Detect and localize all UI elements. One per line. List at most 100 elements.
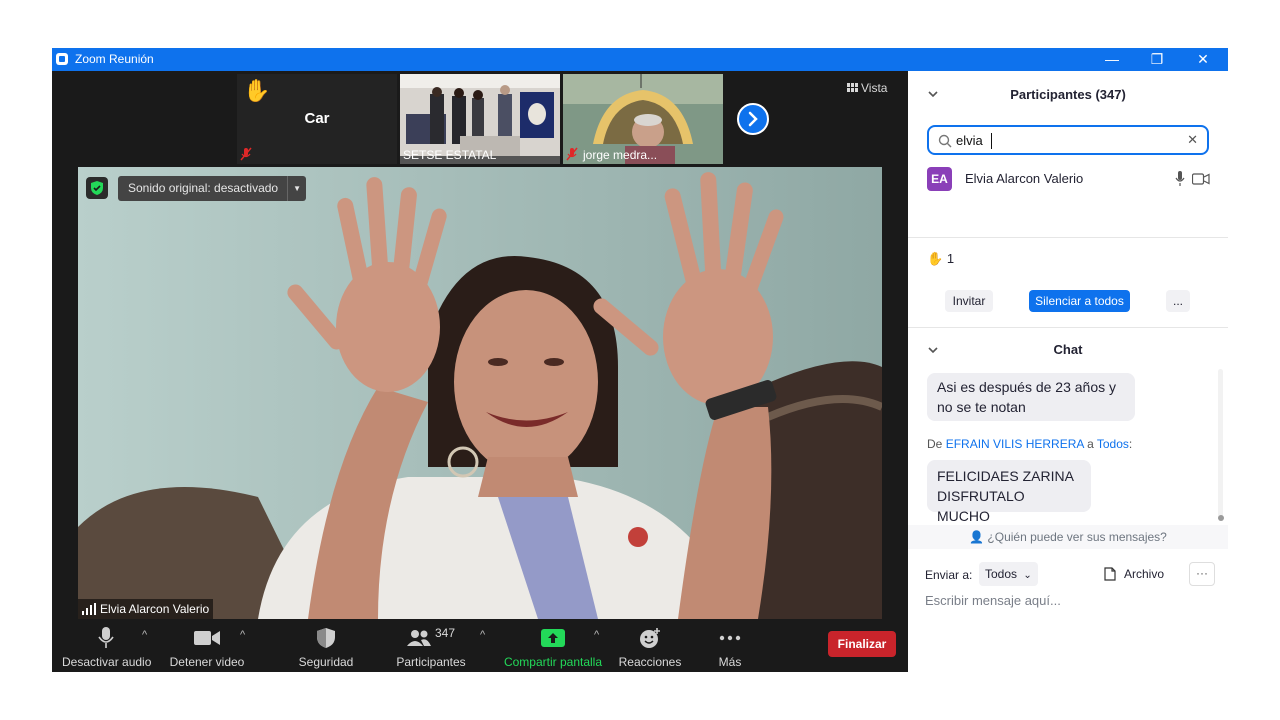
mute-all-button[interactable]: Silenciar a todos (1029, 290, 1130, 312)
chat-message-input[interactable]: Escribir mensaje aquí... (925, 593, 1215, 615)
mute-audio-label: Desactivar audio (62, 655, 152, 669)
share-screen-icon (541, 629, 565, 647)
who-can-see-label: ¿Quién puede ver sus mensajes? (987, 530, 1167, 544)
invite-button[interactable]: Invitar (945, 290, 993, 312)
smiley-plus-icon (640, 628, 660, 648)
raised-hands-count: 1 (946, 251, 955, 266)
share-screen-button[interactable]: Compartir pantalla (502, 627, 604, 669)
thumbnail-setse-estatal[interactable]: SETSE ESTATAL (400, 74, 560, 164)
chat-message-line: Asi es después de 23 años y (937, 379, 1117, 395)
original-sound-button[interactable]: Sonido original: desactivado ▼ (118, 176, 307, 201)
share-options-caret[interactable]: ^ (594, 629, 599, 641)
security-badge[interactable] (86, 177, 108, 199)
chevron-right-icon (748, 111, 758, 127)
video-options-caret[interactable]: ^ (240, 629, 245, 641)
raised-hand-icon: ✋ (927, 251, 944, 266)
thumbnail-name: SETSE ESTATAL (403, 148, 497, 162)
text-cursor (991, 133, 992, 149)
signal-strength-icon (82, 603, 96, 615)
audio-options-caret[interactable]: ^ (142, 629, 147, 641)
active-speaker-video: Sonido original: desactivado ▼ Elvia Ala… (78, 167, 882, 619)
more-label: Más (718, 655, 742, 669)
raised-hand-icon: ✋ (243, 78, 271, 103)
more-dots-icon (719, 635, 741, 641)
reactions-button[interactable]: Reacciones (618, 627, 682, 669)
avatar: EA (927, 167, 952, 191)
chat-more-button[interactable]: ··· (1189, 562, 1215, 586)
send-to-dropdown[interactable]: Todos ⌄ (979, 562, 1038, 586)
view-button[interactable]: Vista (847, 81, 887, 95)
speaker-name: Elvia Alarcon Valerio (100, 602, 210, 616)
file-button[interactable]: Archivo (1104, 567, 1164, 581)
thumbnail-jorge[interactable]: jorge medra... (563, 74, 723, 164)
from-prefix: De (927, 437, 946, 451)
minimize-button[interactable]: — (1089, 48, 1135, 71)
chat-message-header: De EFRAIN VILIS HERRERA a Todos: (927, 437, 1132, 451)
video-stage: ✋ Car SETSE ESTATAL jorge medra... Vista… (52, 71, 908, 672)
raised-hands-indicator: ✋ 1 (927, 251, 954, 267)
participant-name: Elvia Alarcon Valerio (965, 171, 1084, 186)
stop-video-label: Detener video (169, 655, 245, 669)
send-to-value: Todos (985, 567, 1018, 581)
stop-video-button[interactable]: Detener video (162, 627, 252, 669)
chat-privacy-hint[interactable]: 👤 ¿Quién puede ver sus mensajes? (908, 525, 1228, 549)
recipient-name[interactable]: Todos (1097, 437, 1129, 451)
clear-search-icon[interactable]: ✕ (1187, 132, 1198, 148)
restore-button[interactable]: ❐ (1134, 48, 1180, 71)
search-icon (938, 134, 952, 148)
divider (908, 237, 1228, 238)
zoom-app-icon (56, 53, 68, 65)
close-button[interactable]: ✕ (1180, 48, 1226, 71)
to-prefix: a (1083, 437, 1097, 451)
chat-message-line: no se te notan (937, 399, 1026, 415)
microphone-icon (98, 627, 114, 648)
chat-message: FELICIDAES ZARINA DISFRUTALO MUCHO (927, 460, 1091, 524)
header-suffix: : (1128, 437, 1133, 451)
shield-icon (317, 628, 335, 648)
zoom-window: Zoom Reunión — ❐ ✕ ✋ Car SETSE ESTATAL j… (52, 48, 1228, 672)
chat-message: Asi es después de 23 años y no se te not… (927, 373, 1135, 421)
participants-more-button[interactable]: ... (1166, 290, 1190, 312)
send-to-label: Enviar a: (925, 568, 973, 582)
caret-down-icon[interactable]: ▼ (287, 176, 306, 201)
chat-message-line: DISFRUTALO MUCHO (937, 488, 1025, 524)
side-panel: Participantes (347) elvia ✕ EA Elvia Ala… (908, 71, 1228, 672)
divider (908, 327, 1228, 328)
speaker-video-frame (78, 167, 882, 619)
thumbnail-name: Car (304, 110, 330, 127)
participant-row[interactable]: EA Elvia Alarcon Valerio (927, 167, 1210, 191)
participants-count: 347 (434, 626, 456, 640)
thumbnail-name: jorge medra... (583, 148, 658, 162)
title-bar: Zoom Reunión — ❐ ✕ (52, 48, 1228, 71)
sender-name[interactable]: EFRAIN VILIS HERRERA (946, 437, 1084, 451)
muted-mic-icon (240, 147, 252, 161)
participants-options-caret[interactable]: ^ (480, 629, 485, 641)
meeting-toolbar: Desactivar audio ^ Detener video ^ Segur… (52, 619, 908, 672)
view-label: Vista (861, 81, 888, 95)
next-page-button[interactable] (737, 103, 769, 135)
participants-icon (406, 630, 431, 646)
participants-button[interactable]: 347 Participantes (392, 626, 470, 669)
chat-scrollbar[interactable] (1218, 369, 1223, 519)
chevron-down-icon: ⌄ (1023, 570, 1032, 581)
mic-icon[interactable] (1175, 171, 1185, 187)
file-label: Archivo (1124, 567, 1165, 581)
participants-search[interactable]: elvia ✕ (927, 125, 1209, 155)
share-screen-label: Compartir pantalla (503, 655, 603, 669)
security-label: Seguridad (298, 655, 354, 669)
participants-title: Participantes (347) (1010, 87, 1126, 102)
participants-label: Participantes (396, 655, 466, 669)
original-sound-label: Sonido original: desactivado (128, 181, 279, 195)
video-icon[interactable] (1192, 173, 1210, 185)
speaker-name-tag: Elvia Alarcon Valerio (78, 599, 214, 619)
search-input[interactable]: elvia (956, 133, 983, 148)
end-meeting-button[interactable]: Finalizar (828, 631, 896, 657)
more-button[interactable]: Más (708, 627, 752, 669)
scroll-thumb[interactable] (1218, 515, 1224, 521)
reactions-label: Reacciones (618, 655, 682, 669)
mute-audio-button[interactable]: Desactivar audio (62, 627, 152, 669)
security-button[interactable]: Seguridad (290, 627, 362, 669)
chat-message-line: FELICIDAES ZARINA (937, 468, 1074, 484)
file-icon (1104, 567, 1116, 581)
thumbnail-car[interactable]: ✋ Car (237, 74, 397, 164)
